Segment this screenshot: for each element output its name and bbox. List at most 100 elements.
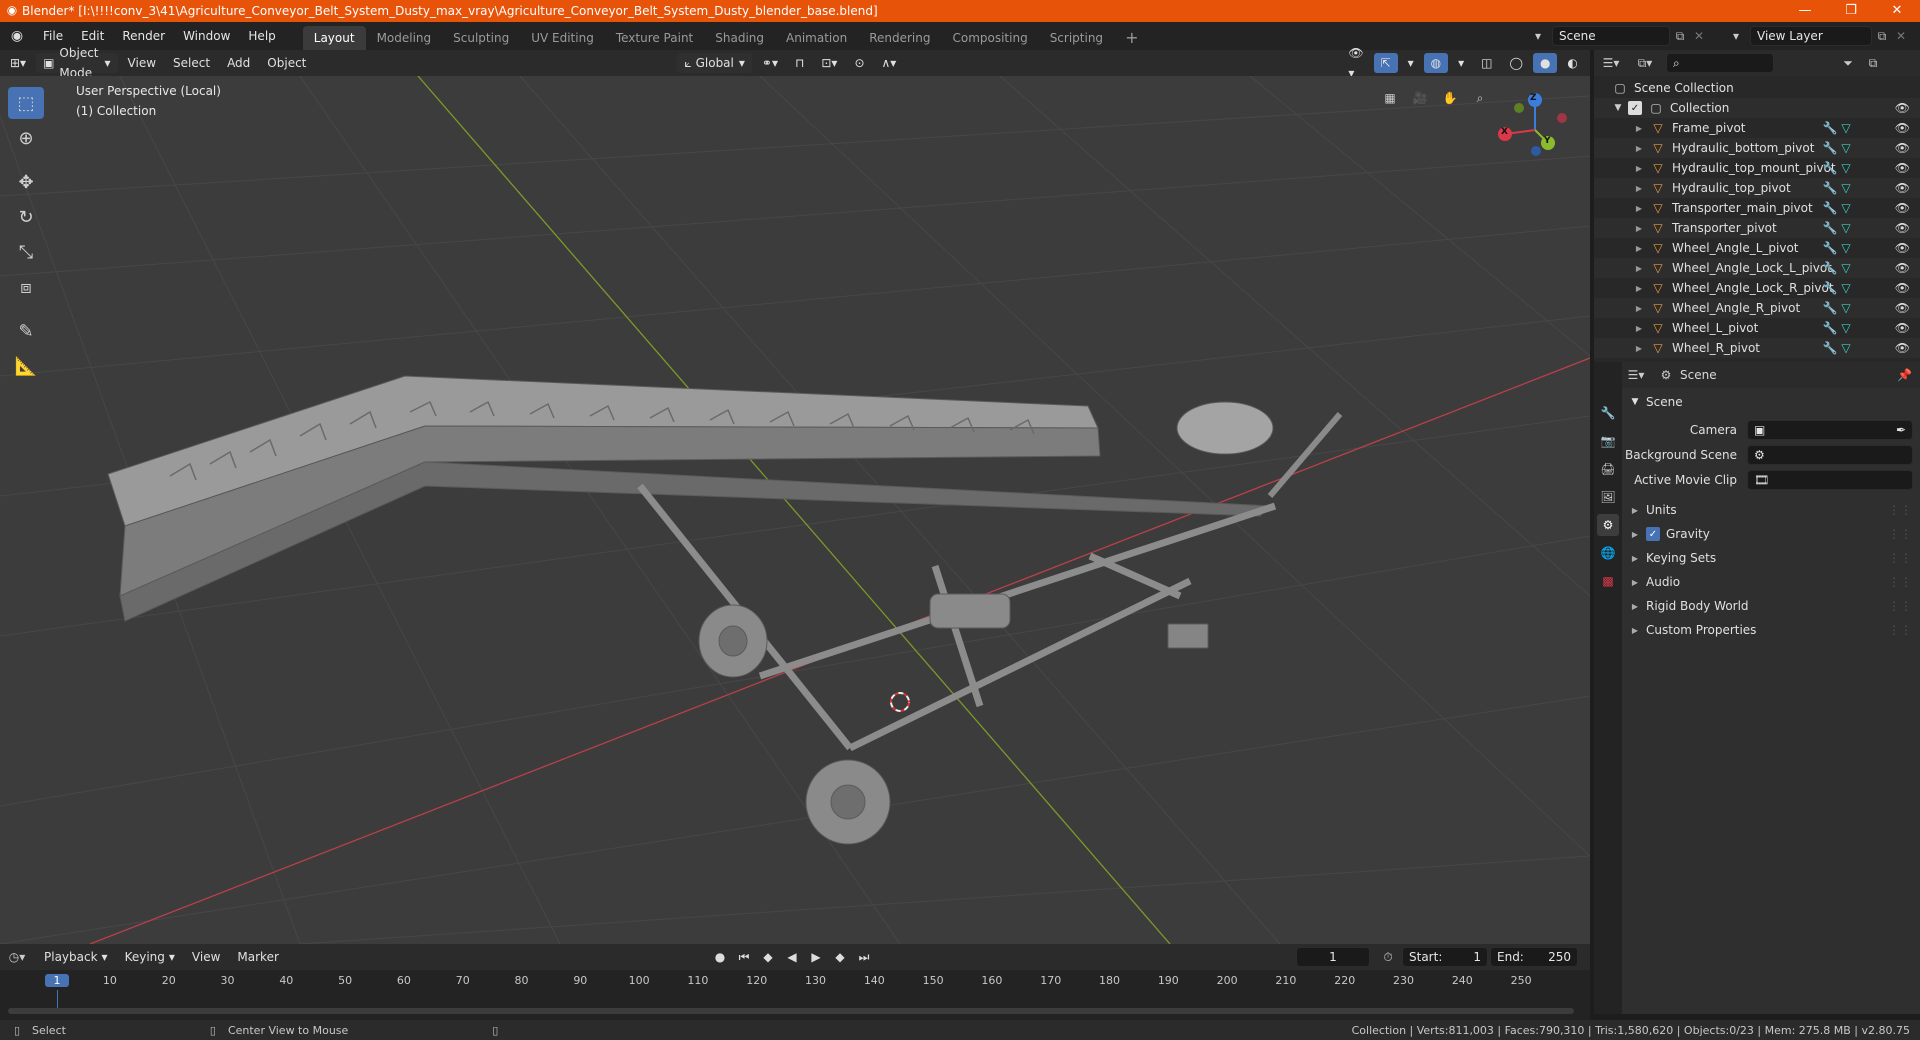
outliner-item[interactable]: ▶ ▽ Wheel_Angle_Lock_R_pivot 🔧 ▽ 👁 — [1594, 278, 1920, 298]
playback-menu[interactable]: Playback ▾ — [37, 947, 115, 967]
mode-dropdown[interactable]: ▣ Object Mode ▾ — [36, 46, 118, 80]
snap-target-icon[interactable]: ⊡▾ — [814, 53, 844, 73]
new-scene-icon[interactable]: ⧉ — [1670, 29, 1690, 44]
modifier-icon[interactable]: 🔧 — [1822, 221, 1838, 235]
visibility-eye-icon[interactable]: 👁 — [1895, 221, 1910, 235]
modifier-icon[interactable]: 🔧 — [1822, 121, 1838, 135]
menu-help[interactable]: Help — [239, 22, 284, 50]
view-layer-tab-icon[interactable]: 🖼 — [1597, 486, 1619, 508]
solid-shading-icon[interactable]: ● — [1532, 53, 1558, 73]
background-scene-field[interactable]: ⚙ — [1747, 445, 1913, 465]
expand-arrow-icon[interactable]: ▶ — [1634, 324, 1644, 333]
view-menu[interactable]: View — [121, 53, 163, 73]
transform-orientation-dropdown[interactable]: ⟀ Global ▾ — [677, 53, 752, 73]
property-section-header[interactable]: ▶ Keying Sets ⋮⋮ — [1622, 546, 1920, 570]
pin-icon[interactable]: 📌 — [1897, 368, 1912, 382]
zoom-icon[interactable]: ⌕ — [1468, 86, 1492, 110]
visibility-eye-icon[interactable]: 👁 — [1895, 121, 1910, 135]
visibility-eye-icon[interactable]: 👁 — [1895, 301, 1910, 315]
visibility-icon[interactable]: 👁▾ — [1341, 46, 1370, 80]
mesh-data-icon[interactable]: ▽ — [1838, 341, 1854, 355]
play-icon[interactable]: ▶ — [806, 950, 826, 965]
menu-render[interactable]: Render — [113, 22, 174, 50]
expand-arrow-icon[interactable]: ▶ — [1634, 264, 1644, 273]
timeline-track[interactable]: 1 10 20 30 40 50 60 70 80 90 100 110 120 130 140 150 160… — [0, 970, 1590, 1020]
outliner-item[interactable]: ▶ ▽ Hydraulic_bottom_pivot 🔧 ▽ 👁 — [1594, 138, 1920, 158]
scene-browse-icon[interactable]: ▾ — [1524, 29, 1552, 43]
mesh-data-icon[interactable]: ▽ — [1838, 281, 1854, 295]
snap-icon[interactable]: ⊓ — [788, 53, 811, 73]
expand-arrow-icon[interactable]: ▶ — [1634, 144, 1644, 153]
mesh-data-icon[interactable]: ▽ — [1838, 301, 1854, 315]
xray-icon[interactable]: ◫ — [1474, 53, 1499, 73]
marker-menu[interactable]: Marker — [230, 947, 285, 967]
drag-handle-icon[interactable]: ⋮⋮ — [1888, 503, 1912, 517]
outliner-item[interactable]: ▶ ▽ Wheel_L_pivot 🔧 ▽ 👁 — [1594, 318, 1920, 338]
collection-row[interactable]: ▼ ✓ ▢ Collection 👁 — [1594, 98, 1920, 118]
view-layer-browse-icon[interactable]: ▾ — [1722, 29, 1750, 43]
modifier-icon[interactable]: 🔧 — [1822, 321, 1838, 335]
mesh-data-icon[interactable]: ▽ — [1838, 141, 1854, 155]
modifier-icon[interactable]: 🔧 — [1822, 341, 1838, 355]
mesh-data-icon[interactable]: ▽ — [1838, 241, 1854, 255]
modifier-icon[interactable]: 🔧 — [1822, 141, 1838, 155]
tab-texture-paint[interactable]: Texture Paint — [605, 26, 704, 50]
visibility-eye-icon[interactable]: 👁 — [1895, 201, 1910, 215]
tool-settings-tab-icon[interactable]: 🔧 — [1597, 402, 1619, 424]
next-keyframe-icon[interactable]: ◆ — [830, 950, 850, 965]
menu-window[interactable]: Window — [174, 22, 239, 50]
gravity-checkbox[interactable]: ✓ — [1646, 527, 1660, 541]
tab-shading[interactable]: Shading — [704, 26, 775, 50]
jump-end-icon[interactable]: ⏭ — [854, 950, 874, 965]
render-tab-icon[interactable]: 📷 — [1597, 430, 1619, 452]
visibility-eye-icon[interactable]: 👁 — [1895, 161, 1910, 175]
view-layer-field[interactable]: View Layer — [1750, 26, 1872, 46]
measure-tool-icon[interactable]: 📐 — [8, 350, 44, 382]
cursor-tool-icon[interactable]: ⊕ — [8, 122, 44, 154]
new-collection-icon[interactable]: ⧉ — [1862, 56, 1884, 71]
visibility-eye-icon[interactable]: 👁 — [1895, 341, 1910, 355]
visibility-eye-icon[interactable]: 👁 — [1895, 141, 1910, 155]
falloff-icon[interactable]: ∧▾ — [875, 53, 904, 73]
expand-arrow-icon[interactable]: ▶ — [1634, 244, 1644, 253]
modifier-icon[interactable]: 🔧 — [1822, 241, 1838, 255]
drag-handle-icon[interactable]: ⋮⋮ — [1888, 527, 1912, 541]
property-section-header[interactable]: ▶ Audio ⋮⋮ — [1622, 570, 1920, 594]
grid-view-icon[interactable]: ▦ — [1378, 86, 1402, 110]
scene-tab-icon[interactable]: ⚙ — [1597, 514, 1619, 536]
editor-type-icon[interactable]: ⊞▾ — [3, 53, 33, 73]
display-mode-icon[interactable]: ⧉▾ — [1628, 56, 1662, 71]
object-menu[interactable]: Object — [260, 53, 313, 73]
tab-uv-editing[interactable]: UV Editing — [520, 26, 605, 50]
texture-tab-icon[interactable]: ▩ — [1597, 570, 1619, 592]
scale-tool-icon[interactable]: ⤡ — [8, 236, 44, 268]
visibility-eye-icon[interactable]: 👁 — [1895, 281, 1910, 295]
output-tab-icon[interactable]: 🖨 — [1597, 458, 1619, 480]
3d-viewport[interactable]: Z Y X User Perspective (Local) (1) Colle… — [0, 76, 1590, 944]
visibility-eye-icon[interactable]: 👁 — [1895, 181, 1910, 195]
tab-compositing[interactable]: Compositing — [941, 26, 1038, 50]
property-section-header[interactable]: ▶ Units ⋮⋮ — [1622, 498, 1920, 522]
play-reverse-icon[interactable]: ◀ — [782, 950, 802, 965]
camera-field[interactable]: ▣ ✒ — [1747, 420, 1913, 440]
timeline-scrollbar[interactable] — [8, 1008, 1574, 1014]
overlay-dropdown-icon[interactable]: ▾ — [1451, 53, 1471, 73]
playhead-frame[interactable]: 1 — [45, 974, 69, 987]
property-section-header[interactable]: ▶ Rigid Body World ⋮⋮ — [1622, 594, 1920, 618]
outliner-item[interactable]: ▶ ▽ Wheel_Angle_R_pivot 🔧 ▽ 👁 — [1594, 298, 1920, 318]
modifier-icon[interactable]: 🔧 — [1822, 281, 1838, 295]
transform-tool-icon[interactable]: ⧈ — [8, 271, 44, 303]
modifier-icon[interactable]: 🔧 — [1822, 201, 1838, 215]
mesh-data-icon[interactable]: ▽ — [1838, 121, 1854, 135]
tab-modeling[interactable]: Modeling — [366, 26, 443, 50]
add-menu[interactable]: Add — [220, 53, 257, 73]
scene-collection-row[interactable]: ▢ Scene Collection — [1594, 78, 1920, 98]
modifier-icon[interactable]: 🔧 — [1822, 261, 1838, 275]
scene-field[interactable]: Scene — [1552, 26, 1670, 46]
outliner-item[interactable]: ▶ ▽ Transporter_main_pivot 🔧 ▽ 👁 — [1594, 198, 1920, 218]
gizmo-neg-y-icon[interactable] — [1514, 103, 1524, 113]
tab-scripting[interactable]: Scripting — [1039, 26, 1114, 50]
camera-view-icon[interactable]: 🎥 — [1408, 86, 1432, 110]
drag-handle-icon[interactable]: ⋮⋮ — [1888, 551, 1912, 565]
rotate-tool-icon[interactable]: ↻ — [8, 201, 44, 233]
